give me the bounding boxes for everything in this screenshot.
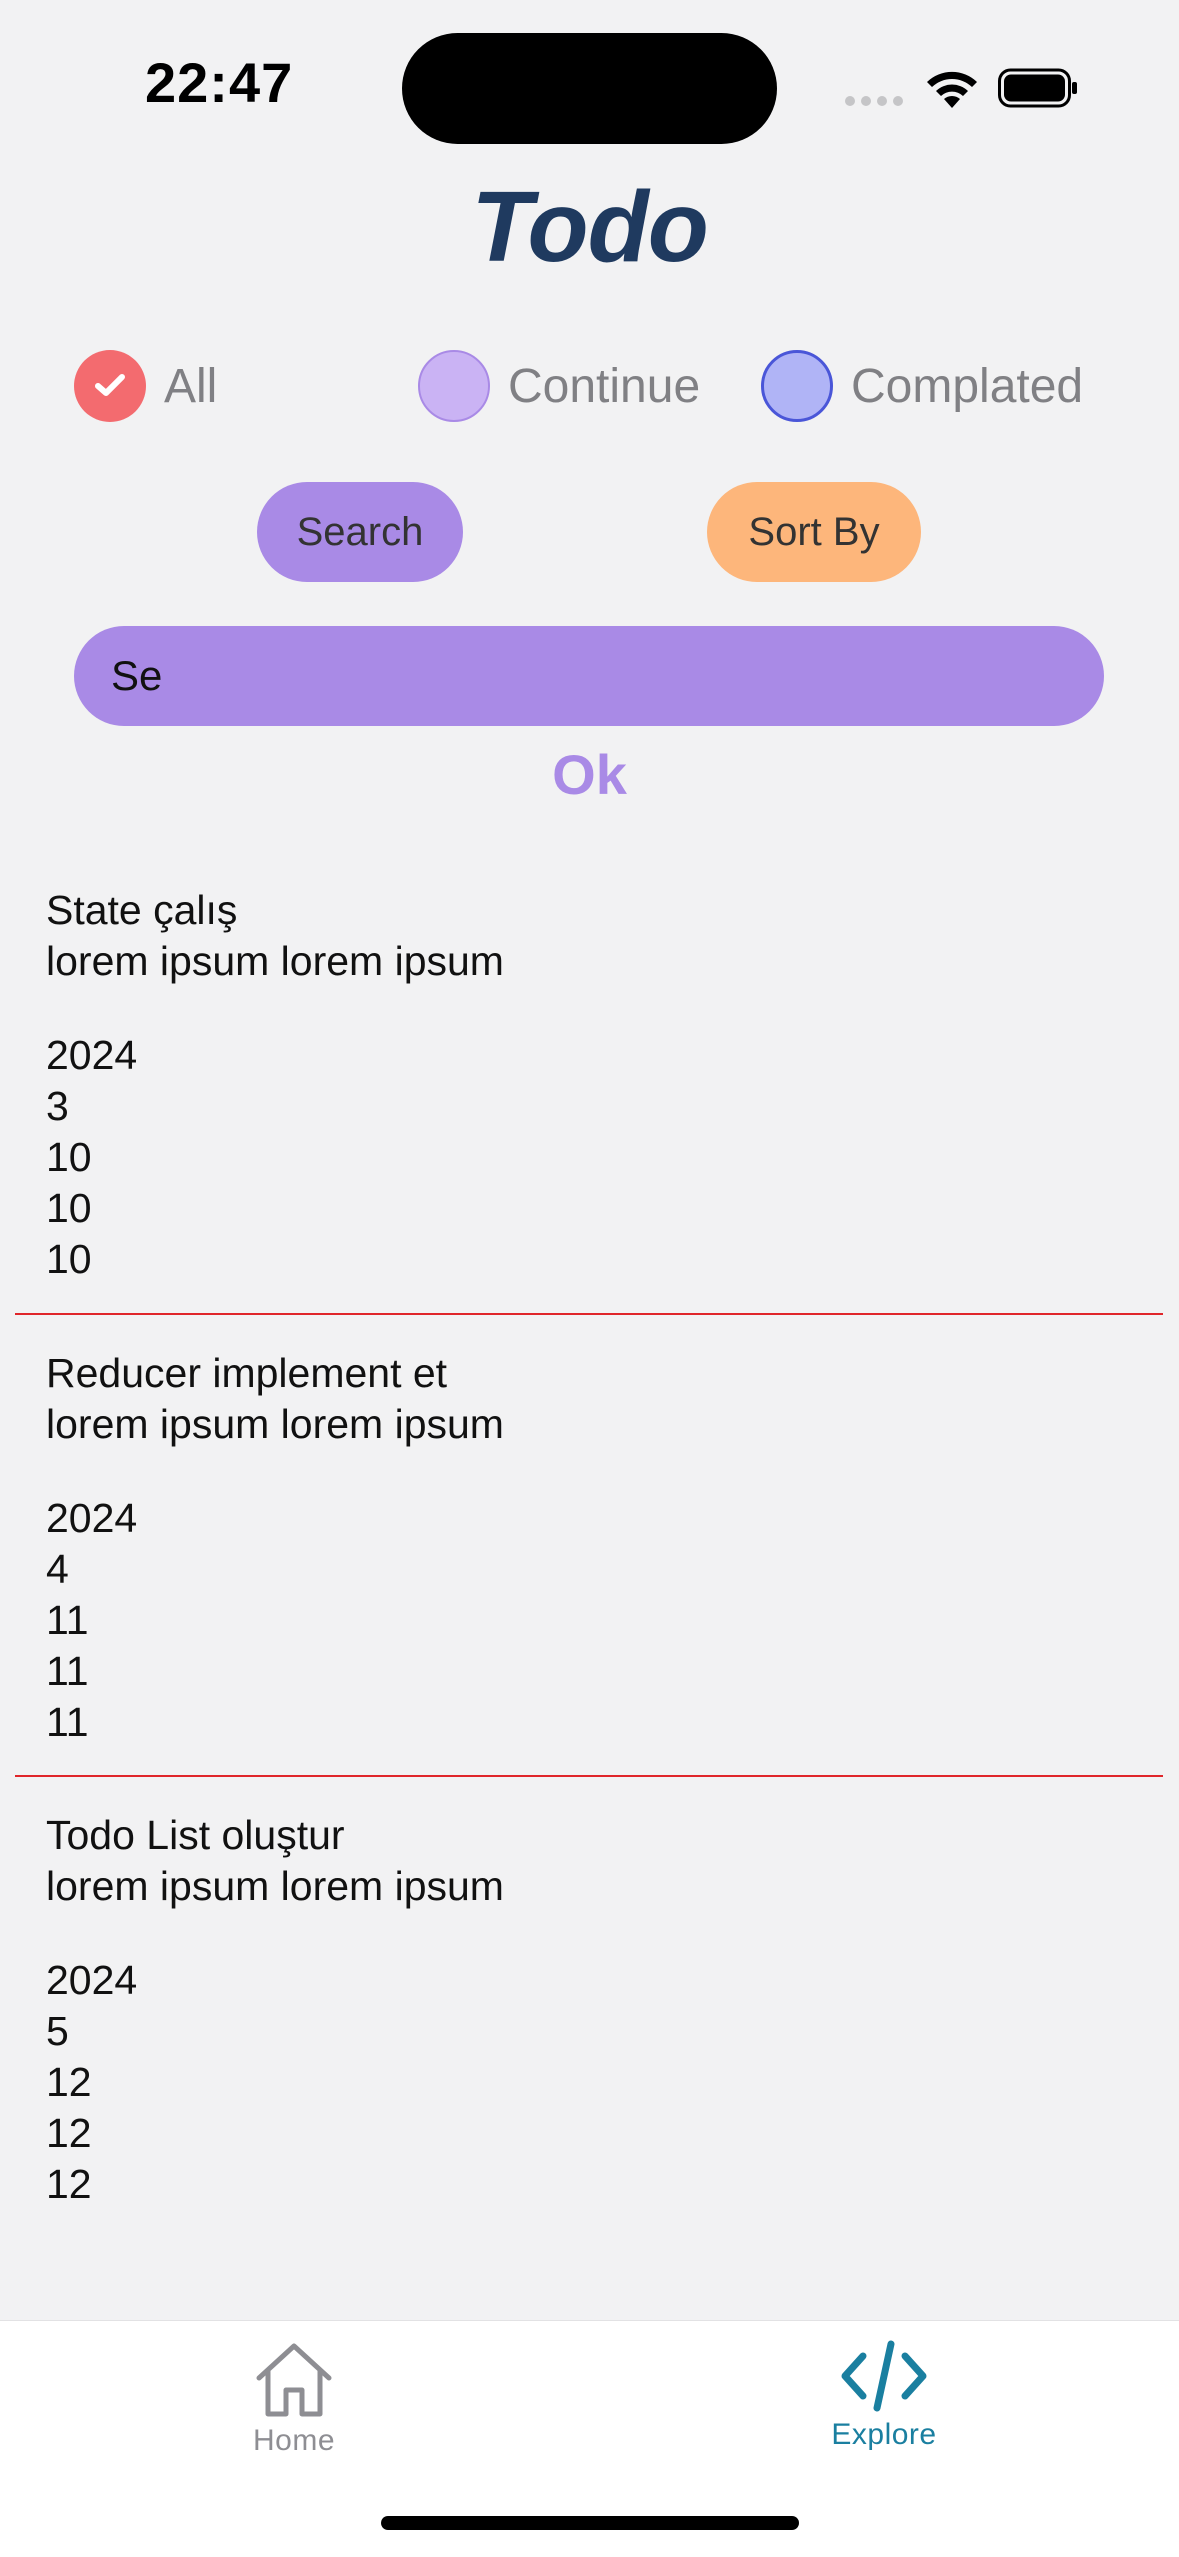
todo-day: 10 [46,1134,92,1180]
status-time: 22:47 [145,51,294,114]
todo-hour: 12 [46,2110,92,2156]
todo-minute: 10 [46,1236,92,1282]
todo-description: lorem ipsum lorem ipsum [46,1401,504,1447]
todo-hour: 11 [46,1648,89,1694]
filter-completed[interactable]: Complated [761,348,1083,424]
ok-button[interactable]: Ok [0,742,1179,807]
divider [15,1775,1163,1777]
house-icon [256,2343,332,2417]
code-icon [841,2340,927,2412]
radio-unchecked[interactable] [418,350,490,422]
todo-year: 2024 [46,1495,138,1541]
page-title: Todo [471,171,709,283]
todo-month: 5 [46,2008,69,2054]
todo-year: 2024 [46,1032,138,1078]
list-item[interactable]: Reducer implement et lorem ipsum lorem i… [46,1348,504,1748]
todo-title: State çalış [46,887,238,933]
wifi-icon [927,71,977,108]
divider [15,1313,1163,1315]
list-item[interactable]: Todo List oluştur lorem ipsum lorem ipsu… [46,1810,504,2210]
filter-all[interactable]: All [74,348,217,424]
todo-day: 12 [46,2059,92,2105]
tab-explore[interactable]: Explore [804,2340,964,2452]
todo-title: Todo List oluştur [46,1812,345,1858]
radio-checked[interactable] [74,350,146,422]
sort-by-button[interactable]: Sort By [707,482,921,582]
tab-home-label: Home [252,2424,336,2457]
filter-completed-label: Complated [851,359,1084,413]
todo-title: Reducer implement et [46,1350,448,1396]
todo-year: 2024 [46,1957,138,2003]
status-bar: 22:47 [0,0,1179,160]
radio-unchecked[interactable] [761,350,833,422]
filter-continue[interactable]: Continue [418,348,700,424]
todo-day: 11 [46,1597,89,1643]
filter-all-label: All [164,359,218,413]
tab-explore-label: Explore [831,2418,937,2451]
cellular-signal-icon [845,96,903,106]
search-button[interactable]: Search [257,482,463,582]
search-input[interactable]: Se [74,626,1104,726]
filter-continue-label: Continue [508,359,701,413]
dynamic-island [402,33,777,144]
list-item[interactable]: State çalış lorem ipsum lorem ipsum 2024… [46,885,504,1285]
todo-minute: 12 [46,2161,92,2207]
checkmark-icon [95,374,125,396]
todo-hour: 10 [46,1185,92,1231]
home-indicator [381,2516,799,2530]
tab-home[interactable]: Home [214,2340,374,2458]
todo-minute: 11 [46,1699,89,1745]
todo-description: lorem ipsum lorem ipsum [46,1863,504,1909]
battery-icon [998,68,1077,108]
todo-description: lorem ipsum lorem ipsum [46,938,504,984]
todo-month: 3 [46,1083,69,1129]
todo-month: 4 [46,1546,69,1592]
